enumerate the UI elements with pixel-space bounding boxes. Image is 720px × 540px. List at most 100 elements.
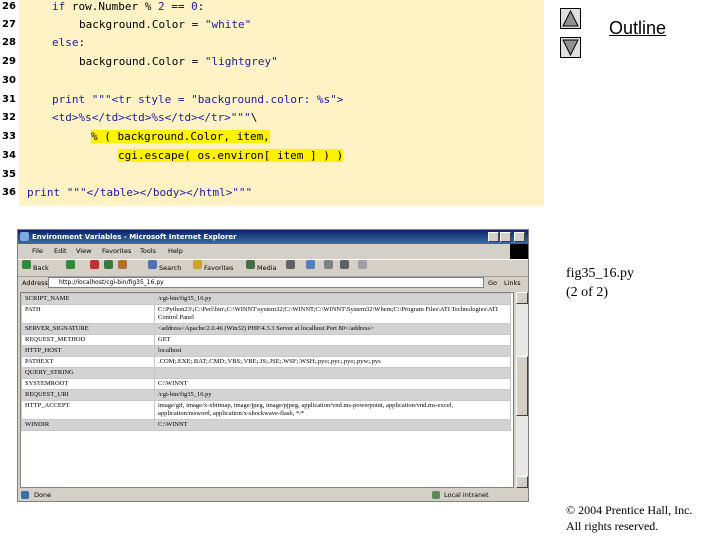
print-icon[interactable] <box>324 260 333 269</box>
line-number: 26 <box>2 1 16 12</box>
ie-icon <box>20 232 29 241</box>
menu-file[interactable]: File <box>32 245 43 257</box>
media-button[interactable]: Media <box>257 260 277 276</box>
menu-view[interactable]: View <box>76 245 91 257</box>
windows-logo <box>510 244 528 259</box>
window-title: Environment Variables - Microsoft Intern… <box>32 233 237 241</box>
address-input[interactable]: http://localhost/cgi-bin/fig35_16.py <box>48 277 484 288</box>
discuss-icon[interactable] <box>358 260 367 269</box>
scroll-thumb[interactable] <box>516 356 528 416</box>
browser-window: Environment Variables - Microsoft Intern… <box>17 229 529 502</box>
env-key: PATHEXT <box>21 356 155 368</box>
code-line: % ( background.Color, item, <box>91 130 270 143</box>
close-button[interactable] <box>514 232 525 242</box>
env-value: C:\Python23\;C:\Perl\bin\;C:\WINNT\syste… <box>154 304 511 324</box>
table-row: WINDIR C:\WINNT <box>21 419 511 431</box>
table-row: SYSTEMROOT C:\WINNT <box>21 378 511 390</box>
go-button[interactable]: Go <box>488 276 497 290</box>
table-row: HTTP_HOST localhost <box>21 345 511 357</box>
history-icon[interactable] <box>286 260 295 269</box>
intranet-icon <box>432 491 440 499</box>
menu-help[interactable]: Help <box>168 245 183 257</box>
code-line: if row.Number % 2 == 0: <box>52 0 205 13</box>
env-value: C:\WINNT <box>154 378 511 390</box>
line-number: 36 <box>2 187 16 198</box>
menu-bar: File Edit View Favorites Tools Help <box>18 245 528 257</box>
back-button[interactable]: Back <box>33 260 49 276</box>
env-value: image/gif, image/x-xbitmap, image/jpeg, … <box>154 400 511 420</box>
env-key: WINDIR <box>21 419 155 431</box>
code-line: <td>%s</td><td>%s</td></tr>"""\ <box>52 111 258 124</box>
line-number: 33 <box>2 131 16 142</box>
scroll-down-button[interactable] <box>516 476 528 488</box>
code-line: cgi.escape( os.environ[ item ] ) ) <box>118 149 344 162</box>
outline-link[interactable]: Outline <box>609 18 666 39</box>
previous-slide-button[interactable] <box>560 8 581 29</box>
menu-edit[interactable]: Edit <box>54 245 67 257</box>
env-key: HTTP_ACCEPT <box>21 400 155 420</box>
line-number: 27 <box>2 19 16 30</box>
minimize-button[interactable] <box>488 232 499 242</box>
mail-icon[interactable] <box>306 260 315 269</box>
maximize-button[interactable] <box>500 232 511 242</box>
env-value: .COM;.EXE;.BAT;.CMD;.VBS;.VBE;.JS;.JSE;.… <box>154 356 511 368</box>
edit-icon[interactable] <box>340 260 349 269</box>
env-key: SERVER_SIGNATURE <box>21 323 155 335</box>
next-slide-button[interactable] <box>560 37 581 58</box>
links-button[interactable]: Links <box>504 276 521 290</box>
page-content: SCRIPT_NAME/cgi-bin/fig35_16.py PATH C:\Py… <box>20 292 514 488</box>
env-value <box>154 367 511 379</box>
status-bar: Done Local intranet <box>18 489 528 501</box>
env-key: QUERY_STRING <box>21 367 155 379</box>
line-number: 31 <box>2 94 16 105</box>
figure-part: (2 of 2) <box>566 285 608 300</box>
page-icon <box>21 491 29 499</box>
home-icon[interactable] <box>118 260 127 269</box>
line-number: 30 <box>2 75 16 86</box>
search-button[interactable]: Search <box>159 260 181 276</box>
figure-name: fig35_16.py <box>566 266 635 281</box>
table-row: REQUEST_METHOD GET <box>21 334 511 346</box>
favorites-icon[interactable] <box>193 260 202 269</box>
media-icon[interactable] <box>246 260 255 269</box>
line-number: 32 <box>2 112 16 123</box>
env-value: /cgi-bin/fig35_16.py <box>154 389 511 401</box>
line-number: 29 <box>2 56 16 67</box>
forward-arrow-icon[interactable] <box>66 260 75 269</box>
code-listing: 26 if row.Number % 2 == 0: 27 background… <box>0 0 544 206</box>
env-key: PATH <box>21 304 155 324</box>
table-row: SCRIPT_NAME/cgi-bin/fig35_16.py <box>21 293 511 305</box>
stop-icon[interactable] <box>90 260 99 269</box>
zone-text: Local intranet <box>444 491 489 499</box>
line-number: 35 <box>2 169 16 180</box>
code-line: print """<tr style = "background.color: … <box>52 93 344 106</box>
env-key: SCRIPT_NAME <box>21 293 155 305</box>
triangle-down-icon <box>562 39 579 57</box>
line-number: 28 <box>2 37 16 48</box>
env-key: HTTP_HOST <box>21 345 155 357</box>
table-row: REQUEST_URI/cgi-bin/fig35_16.py <box>21 389 511 401</box>
table-row: PATHEXT .COM;.EXE;.BAT;.CMD;.VBS;.VBE;.JS… <box>21 356 511 368</box>
search-icon[interactable] <box>148 260 157 269</box>
browser-toolbar: Back Search Favorites Media <box>18 259 528 277</box>
refresh-icon[interactable] <box>104 260 113 269</box>
favorites-button[interactable]: Favorites <box>204 260 233 276</box>
vertical-scrollbar[interactable] <box>516 292 528 488</box>
code-line: background.Color = "lightgrey" <box>79 55 278 68</box>
triangle-up-icon <box>562 9 579 27</box>
menu-tools[interactable]: Tools <box>140 245 156 257</box>
figure-caption: fig35_16.py (2 of 2) <box>566 264 634 302</box>
env-key: SYSTEMROOT <box>21 378 155 390</box>
address-bar: Address http://localhost/cgi-bin/fig35_1… <box>18 276 528 290</box>
rights-line: All rights reserved. <box>566 519 659 533</box>
table-row: HTTP_ACCEPT image/gif, image/x-xbitmap, i… <box>21 400 511 420</box>
code-line: print """</table></body></html>""" <box>27 186 253 199</box>
env-value: localhost <box>154 345 511 357</box>
line-number: 34 <box>2 150 16 161</box>
code-line: else: <box>52 36 86 49</box>
env-key: REQUEST_METHOD <box>21 334 155 346</box>
back-arrow-icon[interactable] <box>22 260 31 269</box>
menu-favorites[interactable]: Favorites <box>102 245 131 257</box>
address-label: Address <box>22 279 48 287</box>
scroll-up-button[interactable] <box>516 292 528 304</box>
